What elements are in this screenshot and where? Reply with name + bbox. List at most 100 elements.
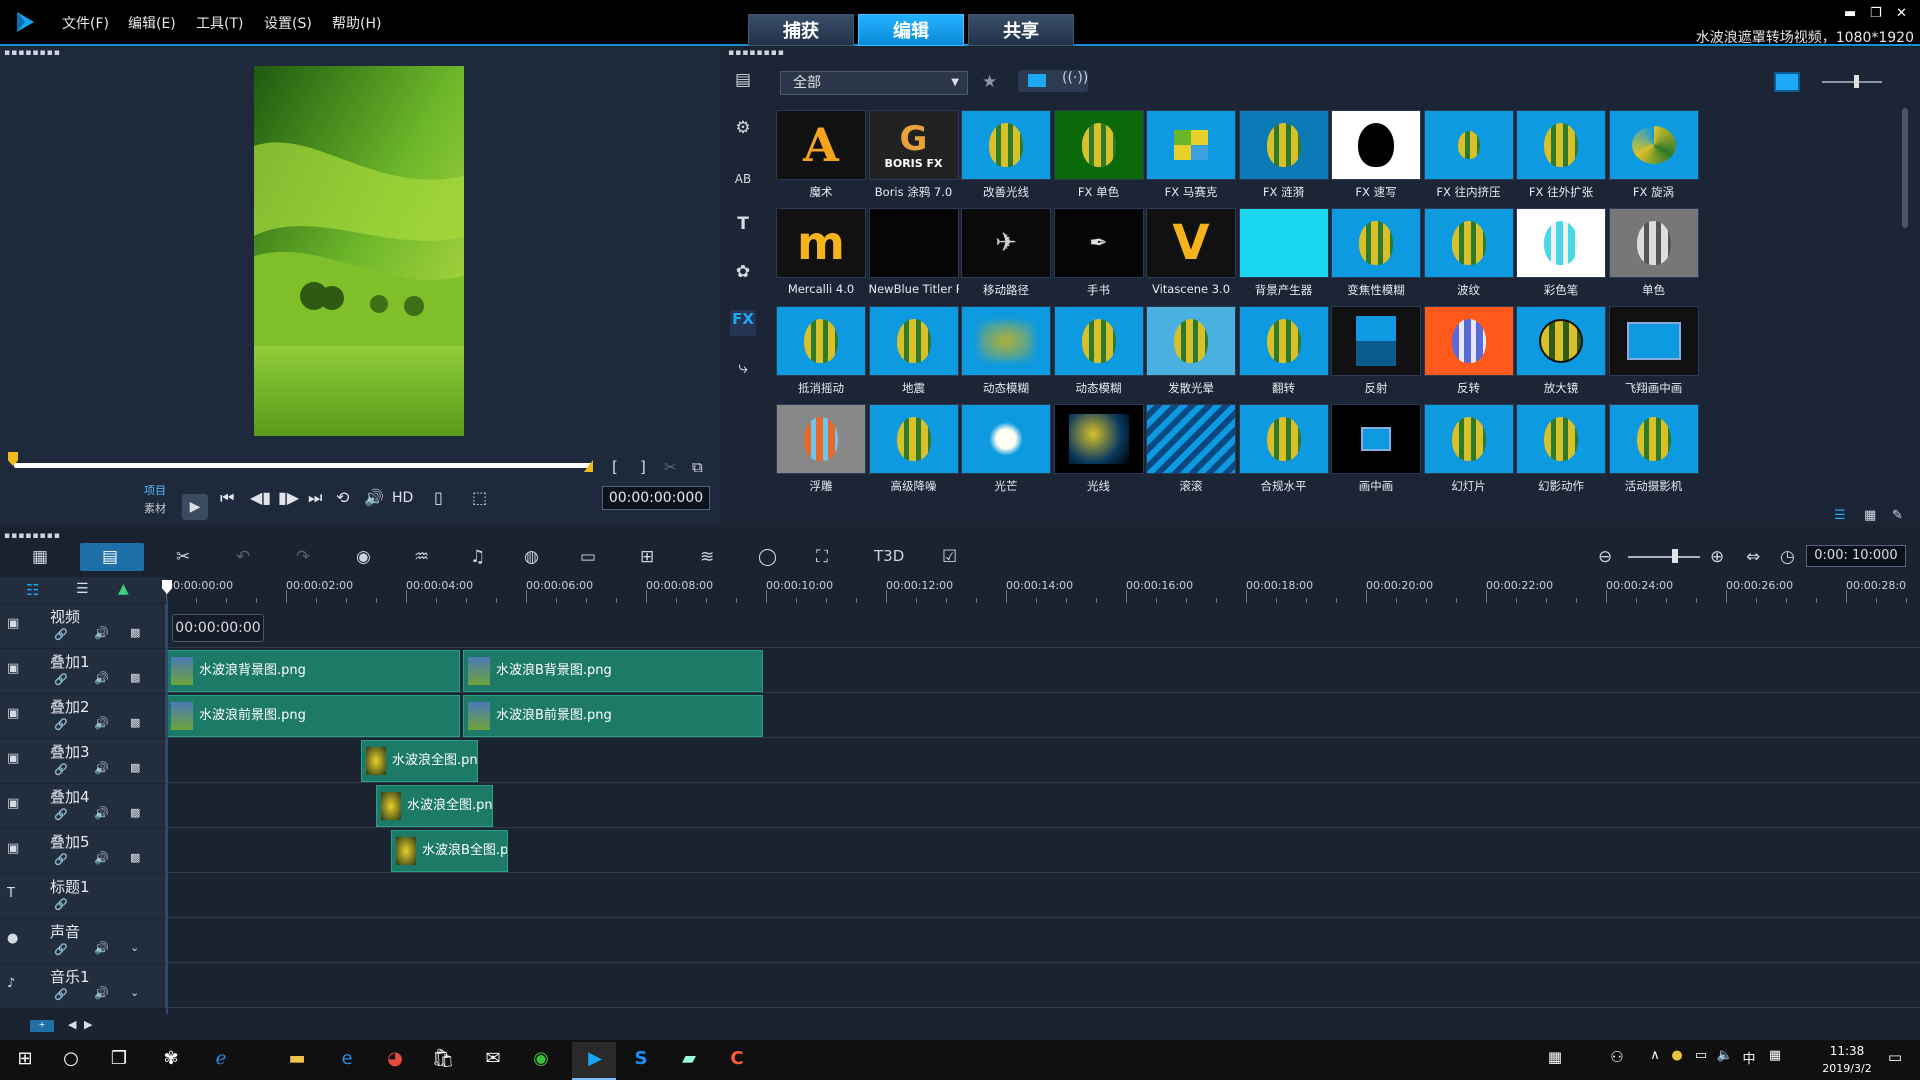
track-row[interactable]: ● 声音 🔗 🔊 ⌄ [0, 919, 1920, 963]
video-track-icon[interactable]: ▣ [7, 616, 19, 631]
timeline-clip[interactable]: 水波浪B前景图.png [463, 695, 763, 737]
storyboard-view-icon[interactable]: ▦ [32, 547, 48, 567]
filter-dropdown[interactable]: 全部 ▼ [780, 71, 968, 95]
tray-app-icon[interactable]: ● [1664, 1048, 1690, 1072]
track-row[interactable]: ▣ 叠加3 🔗 🔊 ▩ 水波浪全图.png [0, 739, 1920, 783]
panel-grip[interactable]: ▪▪▪▪▪▪▪▪ [4, 48, 61, 58]
effect-item[interactable]: V Vitascene 3.0 [1146, 208, 1236, 302]
note-app-icon[interactable]: ▰ [676, 1048, 702, 1072]
redo-icon[interactable]: ↷ [296, 547, 310, 567]
aspect-icon[interactable]: ▯ [434, 488, 443, 507]
overlay1-icon[interactable]: ▣ [7, 661, 19, 676]
track-header[interactable]: ● 声音 🔗 🔊 ⌄ [0, 919, 166, 963]
menu-edit[interactable]: 编辑(E) [128, 13, 176, 33]
timeline-clip[interactable]: 水波浪全图.png [376, 785, 493, 827]
list-view-icon[interactable]: ☰ [1834, 508, 1846, 523]
effect-item[interactable]: FX 速写 [1331, 110, 1421, 204]
undo-icon[interactable]: ↶ [236, 547, 250, 567]
effect-item[interactable]: 反转 [1423, 306, 1514, 400]
ripple-toggle-icon[interactable]: ▩ [130, 626, 140, 639]
track-row[interactable]: ▣ 叠加1 🔗 🔊 ▩ 水波浪背景图.png 水波浪B背景图.png [0, 649, 1920, 693]
track-header[interactable]: ▣ 叠加3 🔗 🔊 ▩ [0, 739, 166, 783]
effect-item[interactable]: FX 往内挤压 [1423, 110, 1514, 204]
ime-indicator[interactable]: 中 [1736, 1048, 1762, 1072]
effect-item[interactable]: 抵消摇动 [776, 306, 866, 400]
mark-in-button[interactable]: [ [612, 458, 618, 476]
overlay4-icon[interactable]: ▣ [7, 796, 19, 811]
track-header[interactable]: T 标题1 🔗 [0, 874, 166, 918]
track-row[interactable]: T 标题1 🔗 [0, 874, 1920, 918]
effect-item[interactable]: FX 单色 [1053, 110, 1144, 204]
track-mute-icon[interactable]: 🔊 [94, 761, 109, 775]
timeline-clip[interactable]: 水波浪全图.png [361, 740, 478, 782]
track-row[interactable]: ♪ 音乐1 🔗 🔊 ⌄ [0, 964, 1920, 1008]
s-app-icon[interactable]: S [628, 1048, 654, 1072]
effect-item[interactable]: m Mercalli 4.0 [776, 208, 866, 302]
next-frame-icon[interactable]: ▮▶ [278, 488, 299, 507]
track-header[interactable]: ▣ 视频 🔗 🔊 ▩ [0, 604, 166, 648]
effect-item[interactable]: 飞翔画中画 [1608, 306, 1699, 400]
title-track-icon[interactable]: T [7, 886, 15, 901]
duration-clock-icon[interactable]: ◷ [1780, 547, 1795, 567]
pan-zoom-icon[interactable]: ⛶ [816, 547, 828, 567]
link-icon[interactable]: 🔗 [54, 628, 68, 641]
grid-view-icon[interactable]: ▦ [1864, 508, 1876, 523]
timeline-clip[interactable]: 水波浪前景图.png [166, 695, 460, 737]
notification-icon[interactable]: ▭ [1882, 1048, 1908, 1072]
mark-out-button[interactable]: ] [640, 458, 646, 476]
ripple-toggle-icon[interactable]: ▩ [130, 716, 140, 729]
ripple-toggle-icon[interactable]: ▩ [130, 761, 140, 774]
hd-button[interactable]: HD [392, 490, 413, 506]
track-header[interactable]: ♪ 音乐1 🔗 🔊 ⌄ [0, 964, 166, 1008]
ripple-toggle-icon[interactable]: ▩ [130, 806, 140, 819]
display-size-icon[interactable]: ⬚ [472, 488, 487, 507]
menu-help[interactable]: 帮助(H) [332, 13, 381, 33]
effect-item[interactable]: FX 涟漪 [1238, 110, 1329, 204]
voice-track-icon[interactable]: ● [7, 931, 18, 946]
link-icon[interactable]: 🔗 [54, 673, 68, 686]
menu-tools[interactable]: 工具(T) [196, 13, 243, 33]
effect-item[interactable]: 活动摄影机 [1608, 404, 1699, 498]
effect-item[interactable]: 光线 [1053, 404, 1144, 498]
prev-frame-icon[interactable]: ◀▮ [250, 488, 271, 507]
track-header[interactable]: ▣ 叠加2 🔗 🔊 ▩ [0, 694, 166, 738]
media-icon[interactable]: ▤ [730, 70, 756, 96]
home-icon[interactable]: ⏮ [220, 488, 234, 508]
overlay2-icon[interactable]: ▣ [7, 706, 19, 721]
timeline-ruler[interactable]: ☷ ☰ ▲ 00:00:00:00 00:00:02:00 00:00:04:00 0… [0, 577, 1920, 603]
link-icon[interactable]: 🔗 [54, 853, 68, 866]
effect-item[interactable]: 光芒 [961, 404, 1051, 498]
tab-share[interactable]: 共享 [968, 14, 1074, 46]
link-icon[interactable]: 🔗 [54, 898, 68, 911]
ie-icon[interactable]: ℯ [208, 1048, 234, 1072]
overlay5-icon[interactable]: ▣ [7, 841, 19, 856]
tab-capture[interactable]: 捕获 [748, 14, 854, 46]
sound-mixer-icon[interactable]: ♒ [414, 547, 429, 567]
link-icon[interactable]: 🔗 [54, 943, 68, 956]
effect-item[interactable]: 合规水平 [1238, 404, 1329, 498]
effect-item[interactable]: G BORIS FX Boris 涂鸦 7.0 [868, 110, 959, 204]
file-explorer-icon[interactable]: ▬ [284, 1048, 310, 1072]
effect-item[interactable]: NewBlue Titler Pro 5 [868, 208, 959, 302]
timeline-clip[interactable]: 水波浪B全图.png [391, 830, 508, 872]
add-favorite-icon[interactable]: ★ [982, 72, 997, 92]
fit-project-icon[interactable]: ⇔ [1746, 547, 1760, 567]
clock-time[interactable]: 11:38 [1812, 1044, 1882, 1058]
effect-item[interactable]: ✒ 手书 [1053, 208, 1144, 302]
menu-settings[interactable]: 设置(S) [264, 13, 312, 33]
replace-mode-icon[interactable]: ◯ [758, 547, 777, 567]
preview-timecode[interactable]: 00:00:00:000 [602, 486, 710, 510]
playhead-line[interactable] [166, 598, 168, 1014]
track-mute-icon[interactable]: 🔊 [94, 851, 109, 865]
expand-icon[interactable]: ⌄ [130, 986, 139, 999]
link-icon[interactable]: 🔗 [54, 808, 68, 821]
timeline-grip[interactable]: ▪▪▪▪▪▪▪▪ [4, 531, 61, 541]
track-row[interactable]: ▣ 叠加4 🔗 🔊 ▩ 水波浪全图.png [0, 784, 1920, 828]
options-icon[interactable]: ✎ [1892, 508, 1903, 523]
track-mute-icon[interactable]: 🔊 [94, 941, 109, 955]
thumb-size-slider[interactable] [1822, 81, 1882, 83]
track-row[interactable]: ▣ 视频 🔗 🔊 ▩ [0, 604, 1920, 648]
effect-item[interactable]: 滚滚 [1146, 404, 1236, 498]
edge-icon[interactable]: e [334, 1048, 360, 1072]
expand-icon[interactable]: ⌄ [130, 941, 139, 954]
